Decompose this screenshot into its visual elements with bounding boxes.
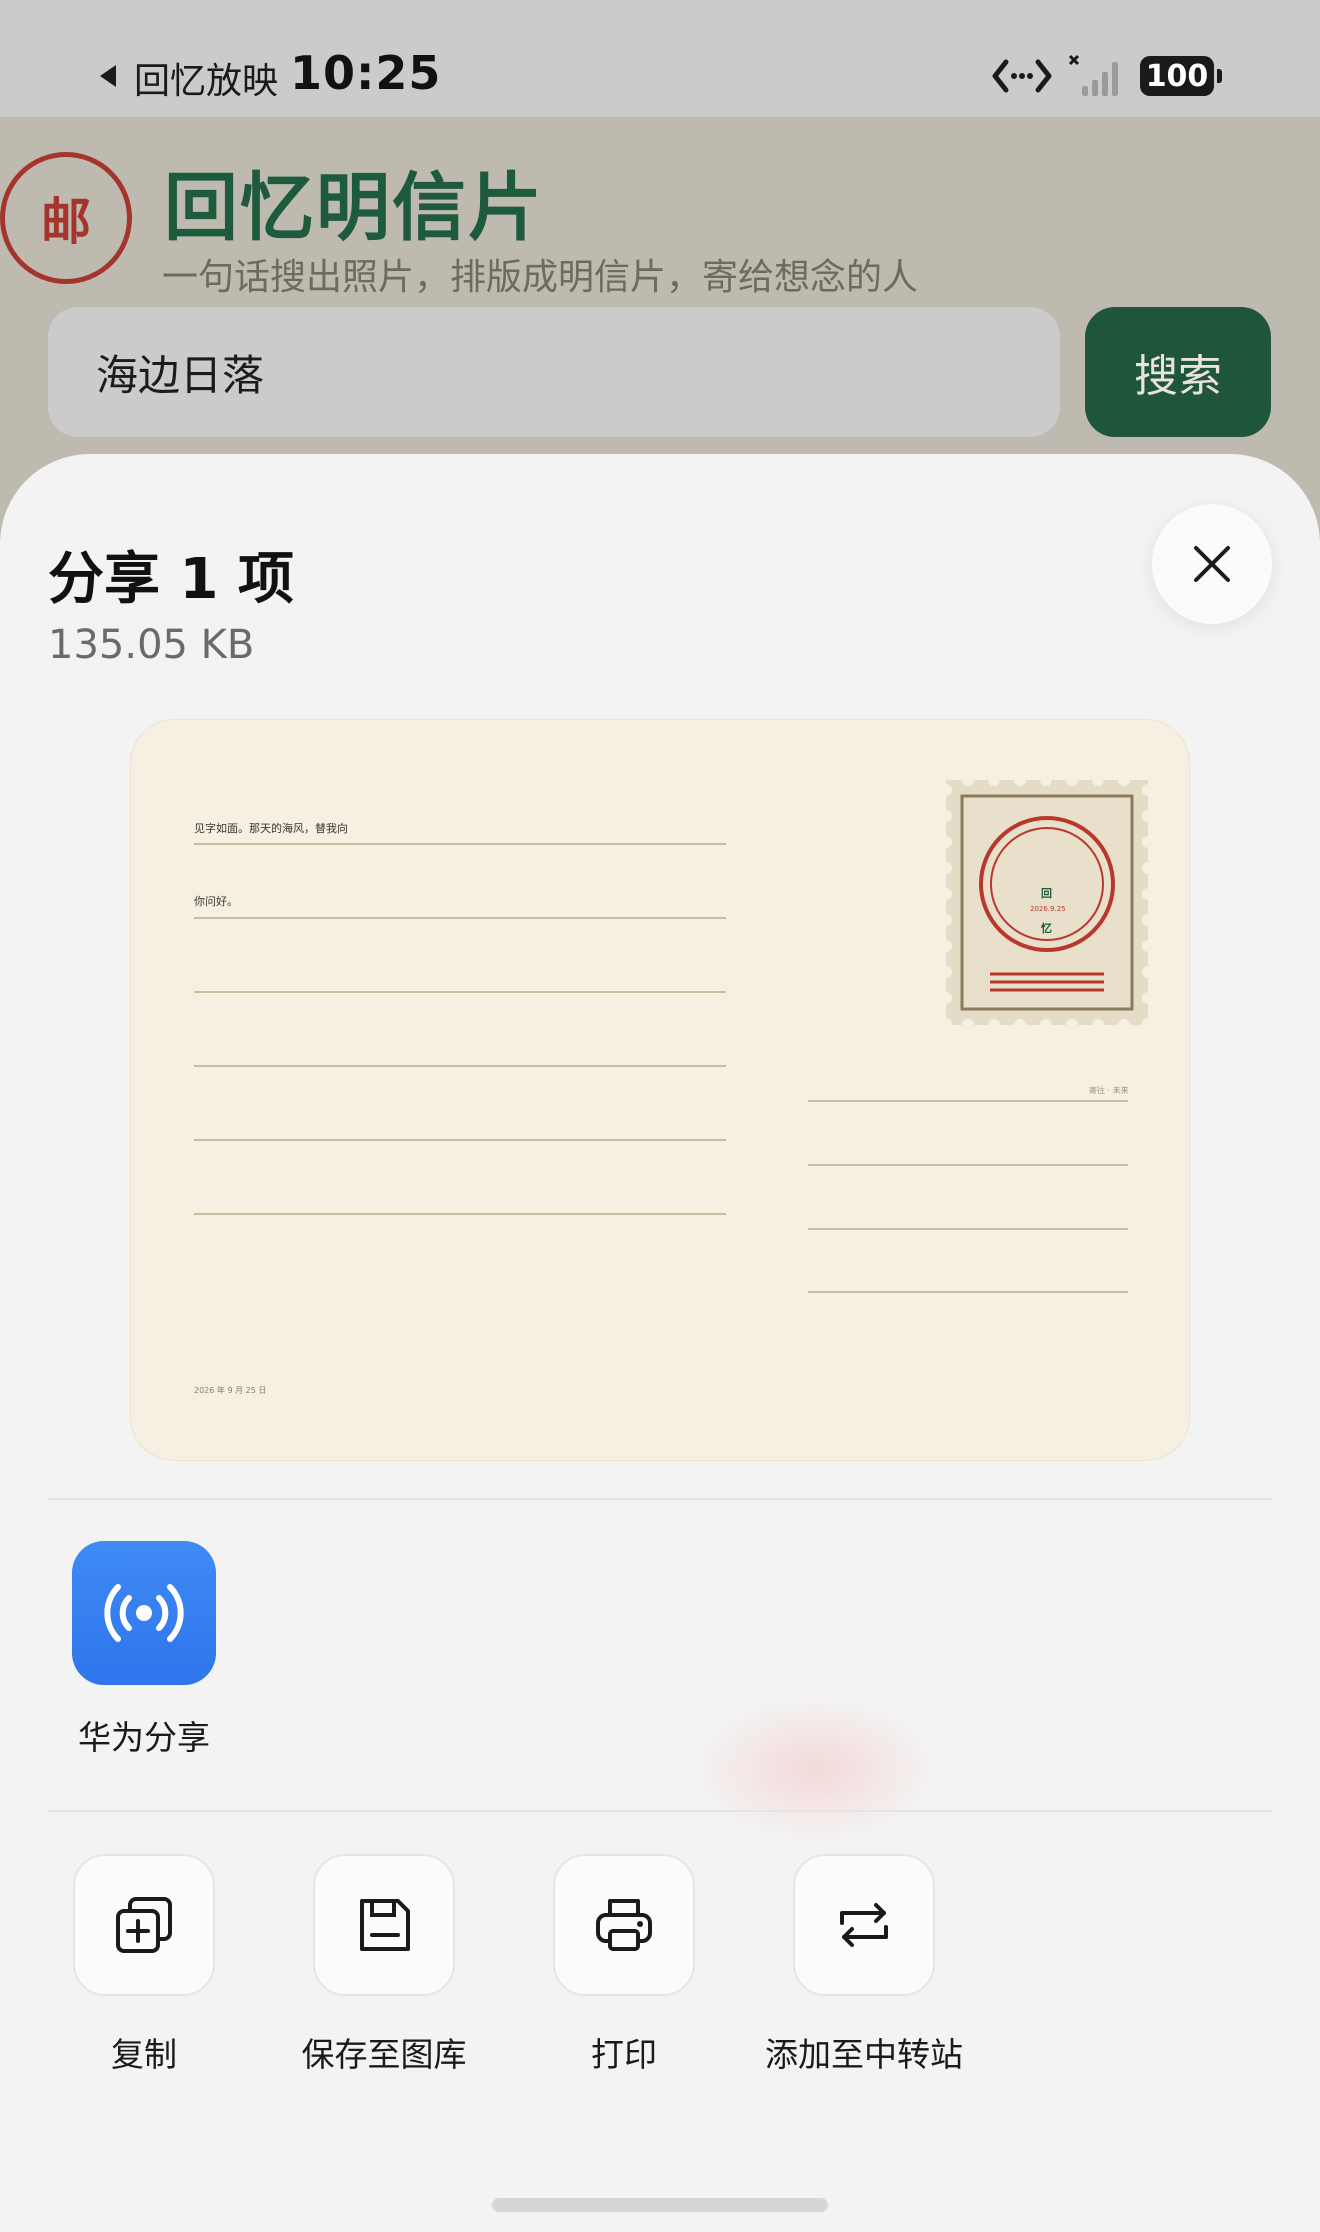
print-label: 打印 <box>591 2035 657 2074</box>
search-input-value: 海边日落 <box>96 350 265 400</box>
share-sheet-title: 分享 1 项 <box>48 547 294 612</box>
huawei-share-label: 华为分享 <box>78 1718 210 1757</box>
stamp-date: 2026.9.25 <box>1030 905 1066 913</box>
add-to-transfer-label: 添加至中转站 <box>765 2035 963 2074</box>
save-icon <box>360 1899 410 1951</box>
back-app-label[interactable]: 回忆放映 <box>134 52 278 104</box>
app-subtitle: 一句话搜出照片，排版成明信片，寄给想念的人 <box>162 257 919 298</box>
transfer-icon <box>840 1903 888 1947</box>
copy-label: 复制 <box>111 2035 177 2074</box>
postcard-address-label: 寄往 · 未来 <box>1089 1086 1129 1095</box>
postcard-address-line <box>808 1291 1128 1293</box>
share-sheet: 分享 1 项 135.05 KB 见字如面。那天的海风，替我向 你问好。 202… <box>0 454 1320 2232</box>
status-time: 10:25 <box>290 46 442 100</box>
print-button[interactable] <box>553 1854 695 1996</box>
file-size: 135.05 KB <box>48 622 255 668</box>
postcard-writing-line <box>194 1139 726 1141</box>
postcard-writing-line <box>194 991 726 993</box>
postcard-address-line <box>808 1164 1128 1166</box>
app-title: 回忆明信片 <box>164 165 544 251</box>
postcard-address-line <box>808 1100 1128 1102</box>
postcard-preview: 见字如面。那天的海风，替我向 你问好。 2026 年 9 月 25 日 回 20… <box>130 719 1190 1461</box>
postcard-text-line-1: 见字如面。那天的海风，替我向 <box>194 822 348 835</box>
save-to-gallery-action[interactable]: 保存至图库 <box>254 1854 514 2076</box>
postcard-address-line <box>808 1228 1128 1230</box>
search-input[interactable]: 海边日落 <box>48 307 1060 437</box>
close-button[interactable] <box>1152 504 1272 624</box>
copy-icon <box>116 1897 172 1953</box>
search-button[interactable]: 搜索 <box>1085 307 1271 437</box>
postcard-writing-line <box>194 1213 726 1215</box>
print-icon <box>596 1899 652 1951</box>
huawei-share-icon <box>104 1584 184 1642</box>
stamp-char-top: 回 <box>1041 887 1052 900</box>
huawei-share-button[interactable] <box>72 1541 216 1685</box>
app-logo-char: 邮 <box>41 193 91 251</box>
divider <box>48 1498 1272 1500</box>
save-to-gallery-button[interactable] <box>313 1854 455 1996</box>
postcard-text-line-2: 你问好。 <box>194 895 238 908</box>
copy-button[interactable] <box>73 1854 215 1996</box>
close-icon <box>1194 546 1230 582</box>
home-indicator[interactable] <box>492 2198 828 2212</box>
background-glow <box>690 1694 940 1844</box>
battery-level: 100 <box>1145 58 1209 94</box>
save-to-gallery-label: 保存至图库 <box>301 2035 467 2074</box>
app-logo: 邮 <box>0 152 132 284</box>
postcard-writing-line <box>194 917 726 919</box>
add-to-transfer-action[interactable]: 添加至中转站 <box>734 1854 994 2076</box>
network-transfer-icon <box>992 59 1052 93</box>
postage-stamp <box>946 780 1148 1025</box>
back-arrow-icon[interactable] <box>100 65 116 87</box>
battery-icon: 100 <box>1140 56 1222 96</box>
postcard-writing-line <box>194 843 726 845</box>
postcard-date: 2026 年 9 月 25 日 <box>194 1386 267 1395</box>
divider <box>48 1810 1272 1812</box>
signal-icon <box>1068 54 1118 96</box>
stamp-char-bottom: 忆 <box>1041 922 1052 935</box>
print-action[interactable]: 打印 <box>494 1854 754 2076</box>
postcard-writing-line <box>194 1065 726 1067</box>
status-bar: 回忆放映 10:25 100 <box>0 0 1320 117</box>
add-to-transfer-button[interactable] <box>793 1854 935 1996</box>
copy-action[interactable]: 复制 <box>14 1854 274 2076</box>
